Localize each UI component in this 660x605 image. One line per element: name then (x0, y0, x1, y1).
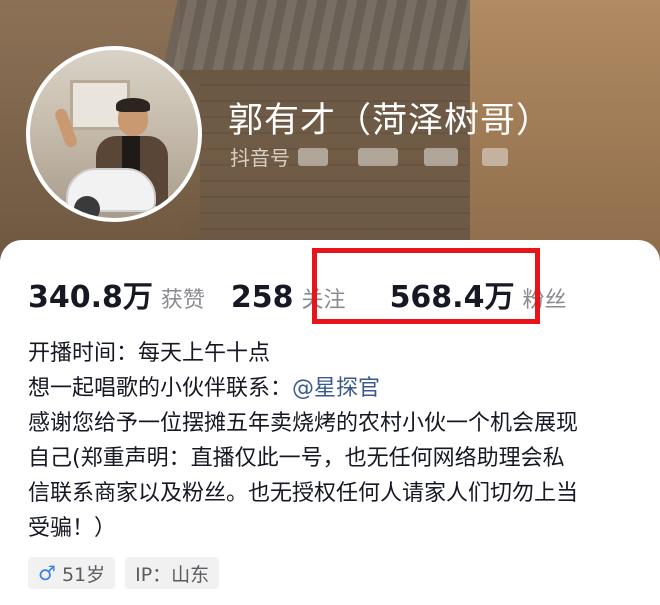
bio-mention-link[interactable]: @星探官 (292, 376, 380, 401)
stat-likes-value: 340.8万 (28, 280, 153, 315)
bio-contact-label: 想一起唱歌的小伙伴联系： (28, 376, 293, 401)
ip-tag: IP：山东 (125, 557, 220, 589)
profile-id-row: 抖音号 (230, 142, 508, 171)
bio-line: 自己(郑重声明：直播仅此一号，也无任何网络助理会私 (28, 446, 565, 471)
male-icon: ♂ (38, 561, 56, 585)
followers-highlight-box (312, 248, 540, 324)
profile-id-redacted (358, 147, 398, 166)
bio-line: 想一起唱歌的小伙伴联系：@星探官 (28, 371, 648, 406)
ip-value: IP：山东 (135, 563, 210, 586)
bio-line: 受骗！） (28, 516, 117, 541)
stat-likes[interactable]: 340.8万 获赞 (28, 272, 205, 316)
age-tag: ♂ 51岁 (28, 557, 116, 589)
profile-id-redacted (298, 147, 328, 166)
avatar-hair (116, 98, 150, 112)
age-value: 51岁 (61, 563, 106, 586)
profile-name: 郭有才（菏泽树哥） (228, 101, 553, 141)
bio-line: 信联系商家以及粉丝。也无授权任何人请家人们切勿上当 (28, 481, 579, 506)
banner-roof (162, 0, 508, 70)
profile-id-redacted (482, 147, 508, 166)
stat-likes-label: 获赞 (160, 288, 205, 313)
bio-line: 开播时间：每天上午十点 (28, 341, 271, 366)
profile-id-redacted (424, 147, 458, 166)
profile-tags: ♂ 51岁 IP：山东 (28, 557, 220, 589)
profile-id-label: 抖音号 (230, 146, 290, 170)
bio-line: 感谢您给予一位摆摊五年卖烧烤的农村小伙一个机会展现 (28, 411, 579, 436)
avatar[interactable] (26, 46, 202, 222)
stat-following-value: 258 (230, 280, 294, 315)
profile-bio: 开播时间：每天上午十点 想一起唱歌的小伙伴联系：@星探官 感谢您给予一位摆摊五年… (28, 336, 648, 546)
